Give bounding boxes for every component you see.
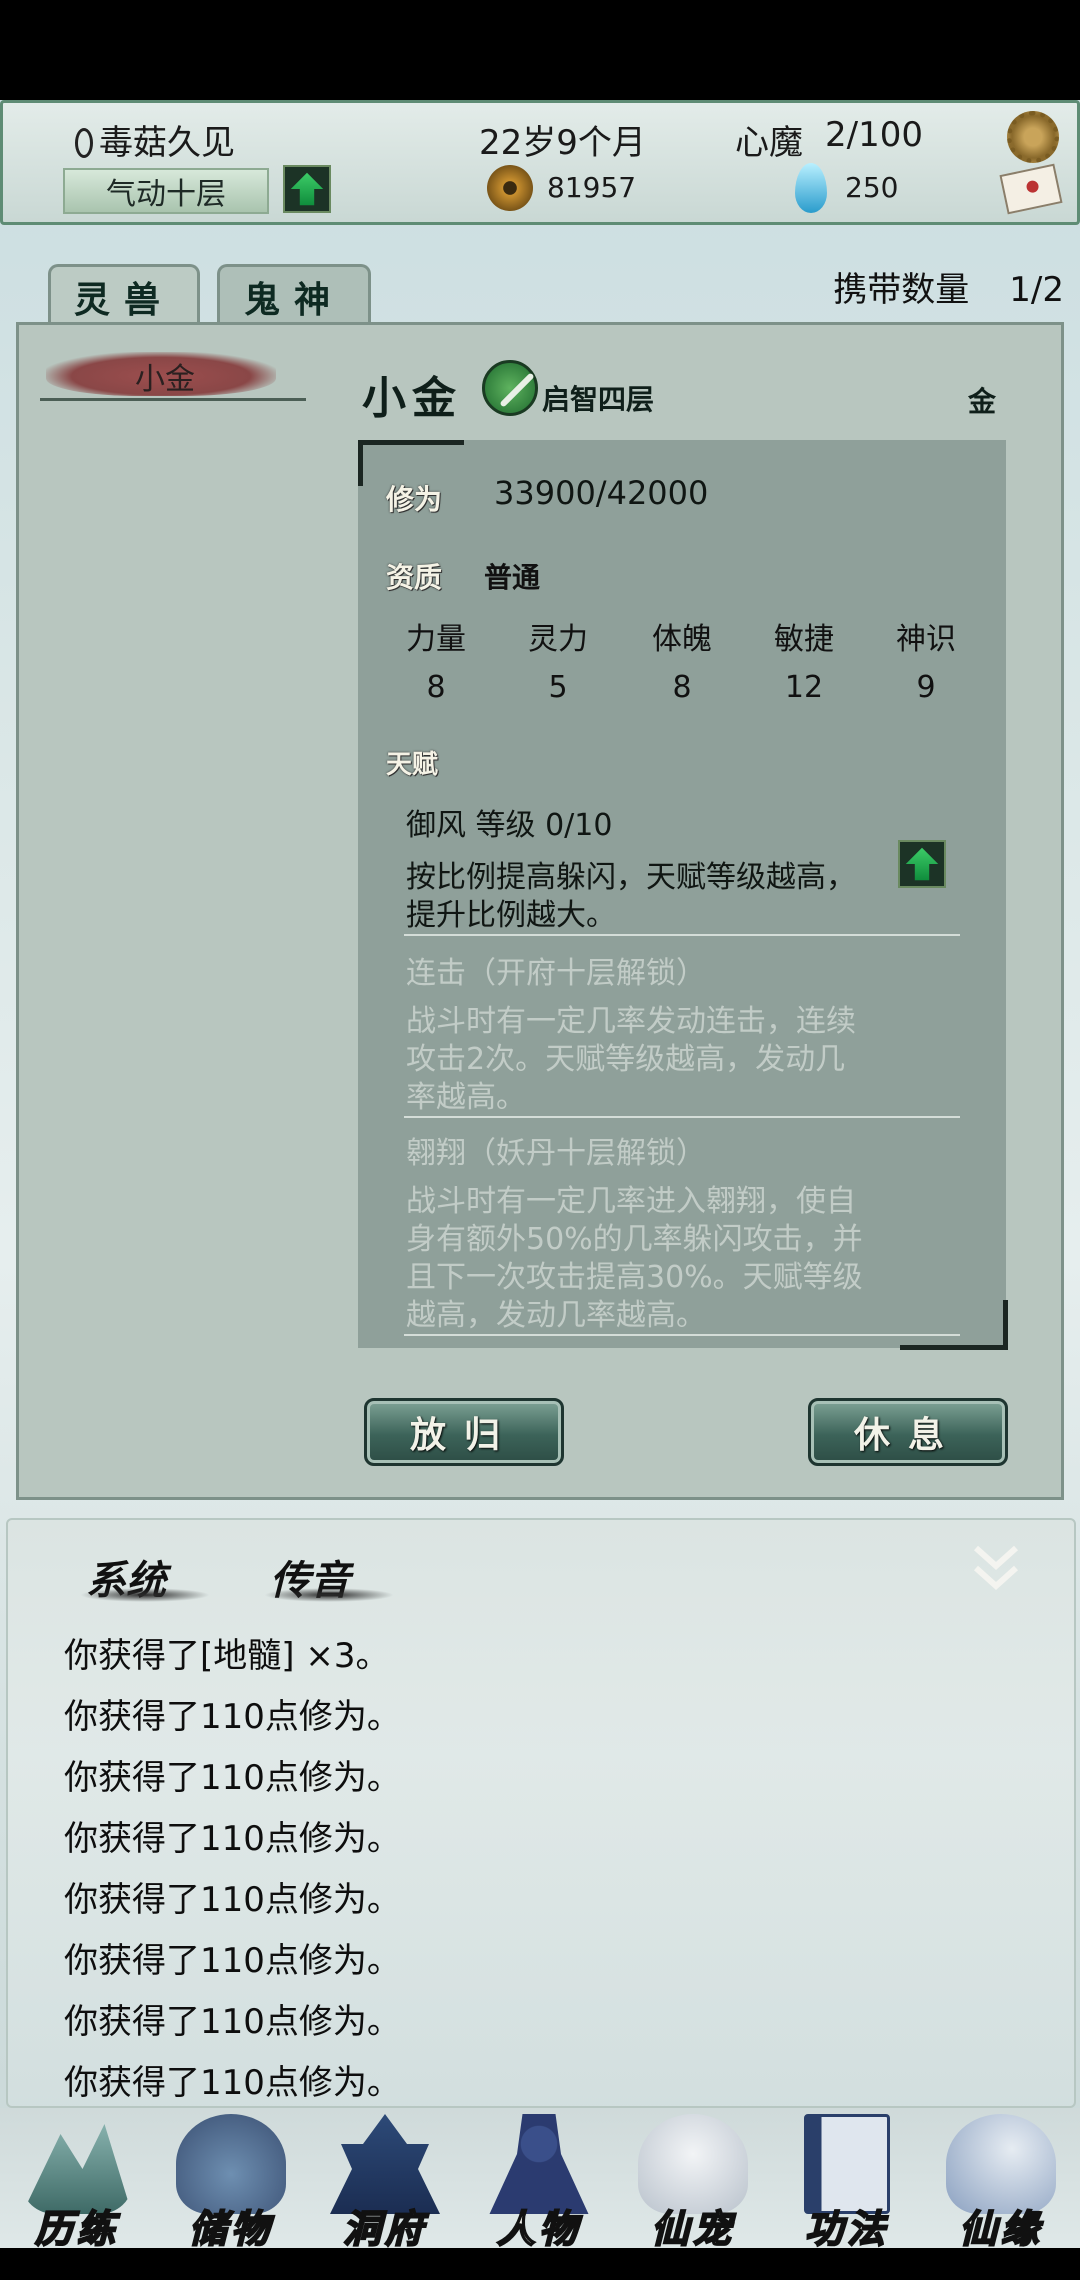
rest-button[interactable]: 休息 [808,1398,1008,1466]
nav-label: 仙宠 [650,2205,735,2252]
nav-item-fate[interactable]: 仙缘 [924,2110,1078,2252]
talent-title: 御风 等级 0/10 [406,808,613,843]
up-arrow-icon [905,847,939,881]
aptitude-label: 资质 [386,561,443,594]
talent-desc: 提升比例越大。 [406,898,616,933]
chat-message: 你获得了110点修为。 [64,2063,401,2103]
stat-value: 5 [548,670,568,705]
nav-label: 功法 [804,2205,889,2252]
realm-badge: 气动十层 [63,168,269,214]
cultivation-label: 修为 [386,483,443,516]
nav-item-pet[interactable]: 仙宠 [616,2110,770,2252]
talent-title: 翱翔（妖丹十层解锁） [406,1136,706,1171]
talent-title: 连击（开府十层解锁） [406,956,706,991]
stat-value: 8 [672,670,692,705]
release-button[interactable]: 放归 [364,1398,564,1466]
settings-gear-icon[interactable] [1007,111,1059,163]
nav-item-cave[interactable]: 洞府 [308,2110,462,2252]
chat-tab-whisper[interactable]: 传音 [264,1548,394,1608]
mail-icon[interactable] [999,163,1063,215]
stat-name: 体魄 [652,622,712,657]
talent-label: 天赋 [386,750,439,780]
corner-decoration [900,1300,1008,1350]
nav-label: 仙缘 [958,2205,1043,2252]
chat-message: 你获得了110点修为。 [64,1941,401,1981]
chat-message: 你获得了110点修为。 [64,1880,401,1920]
tab-ghost-spirit[interactable]: 鬼神 [217,264,371,326]
copper-coin-icon [487,165,533,211]
chat-message: 你获得了110点修为。 [64,1697,401,1737]
ink-stroke [80,1588,210,1602]
up-arrow-icon [290,172,324,206]
chat-message: 你获得了110点修为。 [64,2002,401,2042]
key-icon [75,128,93,158]
pet-stage: 启智四层 [542,383,655,416]
system-status-bar [0,0,1080,100]
stat-name: 神识 [896,622,956,657]
nav-label: 人物 [496,2205,581,2252]
stat-value: 8 [426,670,446,705]
nav-label: 储物 [188,2205,273,2252]
stat-name: 敏捷 [774,622,834,657]
stat-value: 12 [784,670,824,705]
aptitude-value: 普通 [484,561,541,594]
carry-count: 携带数量 1/2 [833,262,1064,311]
carry-label: 携带数量 [833,270,970,310]
nav-item-skills[interactable]: 功法 [770,2110,924,2252]
divider [404,934,960,936]
divider [40,398,306,401]
nav-item-character[interactable]: 人物 [462,2110,616,2252]
demon-label: 心魔 [735,123,803,163]
realm-upgrade-button[interactable] [283,165,331,213]
pet-list-item-label: 小金 [135,362,195,397]
talent-desc: 越高，发动几率越高。 [406,1298,706,1333]
chat-message: 你获得了110点修为。 [64,1819,401,1859]
demon-value: 2/100 [825,115,923,155]
nav-item-storage[interactable]: 储物 [154,2110,308,2252]
player-age: 22岁9个月 [479,123,646,163]
player-header: 毒菇久见 22岁9个月 心魔 2/100 气动十层 81957 250 [0,100,1080,225]
collapse-chevron-icon[interactable] [966,1540,1026,1596]
spirit-stone-count: 250 [845,171,899,204]
nav-label: 历练 [34,2205,119,2252]
chat-message: 你获得了110点修为。 [64,1758,401,1798]
spirit-stone-icon [795,163,827,213]
pet-name: 小金 [362,373,462,424]
cultivation-value: 33900/42000 [494,474,709,512]
system-navigation-bar [0,2248,1080,2280]
divider [404,1334,960,1336]
coin-count: 81957 [547,171,637,204]
talent-upgrade-button[interactable] [898,840,946,888]
stat-value: 9 [916,670,936,705]
chat-message: 你获得了[地髓] ×3。 [64,1636,390,1676]
chat-tab-system[interactable]: 系统 [80,1548,210,1608]
player-name: 毒菇久见 [99,123,235,163]
pet-element: 金 [968,385,997,418]
player-name-row[interactable]: 毒菇久见 [75,115,235,164]
nav-item-training[interactable]: 历练 [0,2110,154,2252]
rename-brush-icon[interactable] [482,360,538,416]
stat-name: 灵力 [528,622,588,657]
nav-label: 洞府 [342,2205,427,2252]
pet-list-item[interactable]: 小金 [40,352,306,402]
stat-name: 力量 [406,622,466,657]
tab-spirit-beast[interactable]: 灵兽 [48,264,200,326]
ink-stroke [264,1588,394,1602]
carry-value: 1/2 [1009,270,1064,310]
talent-desc: 率越高。 [406,1080,526,1115]
divider [404,1116,960,1118]
